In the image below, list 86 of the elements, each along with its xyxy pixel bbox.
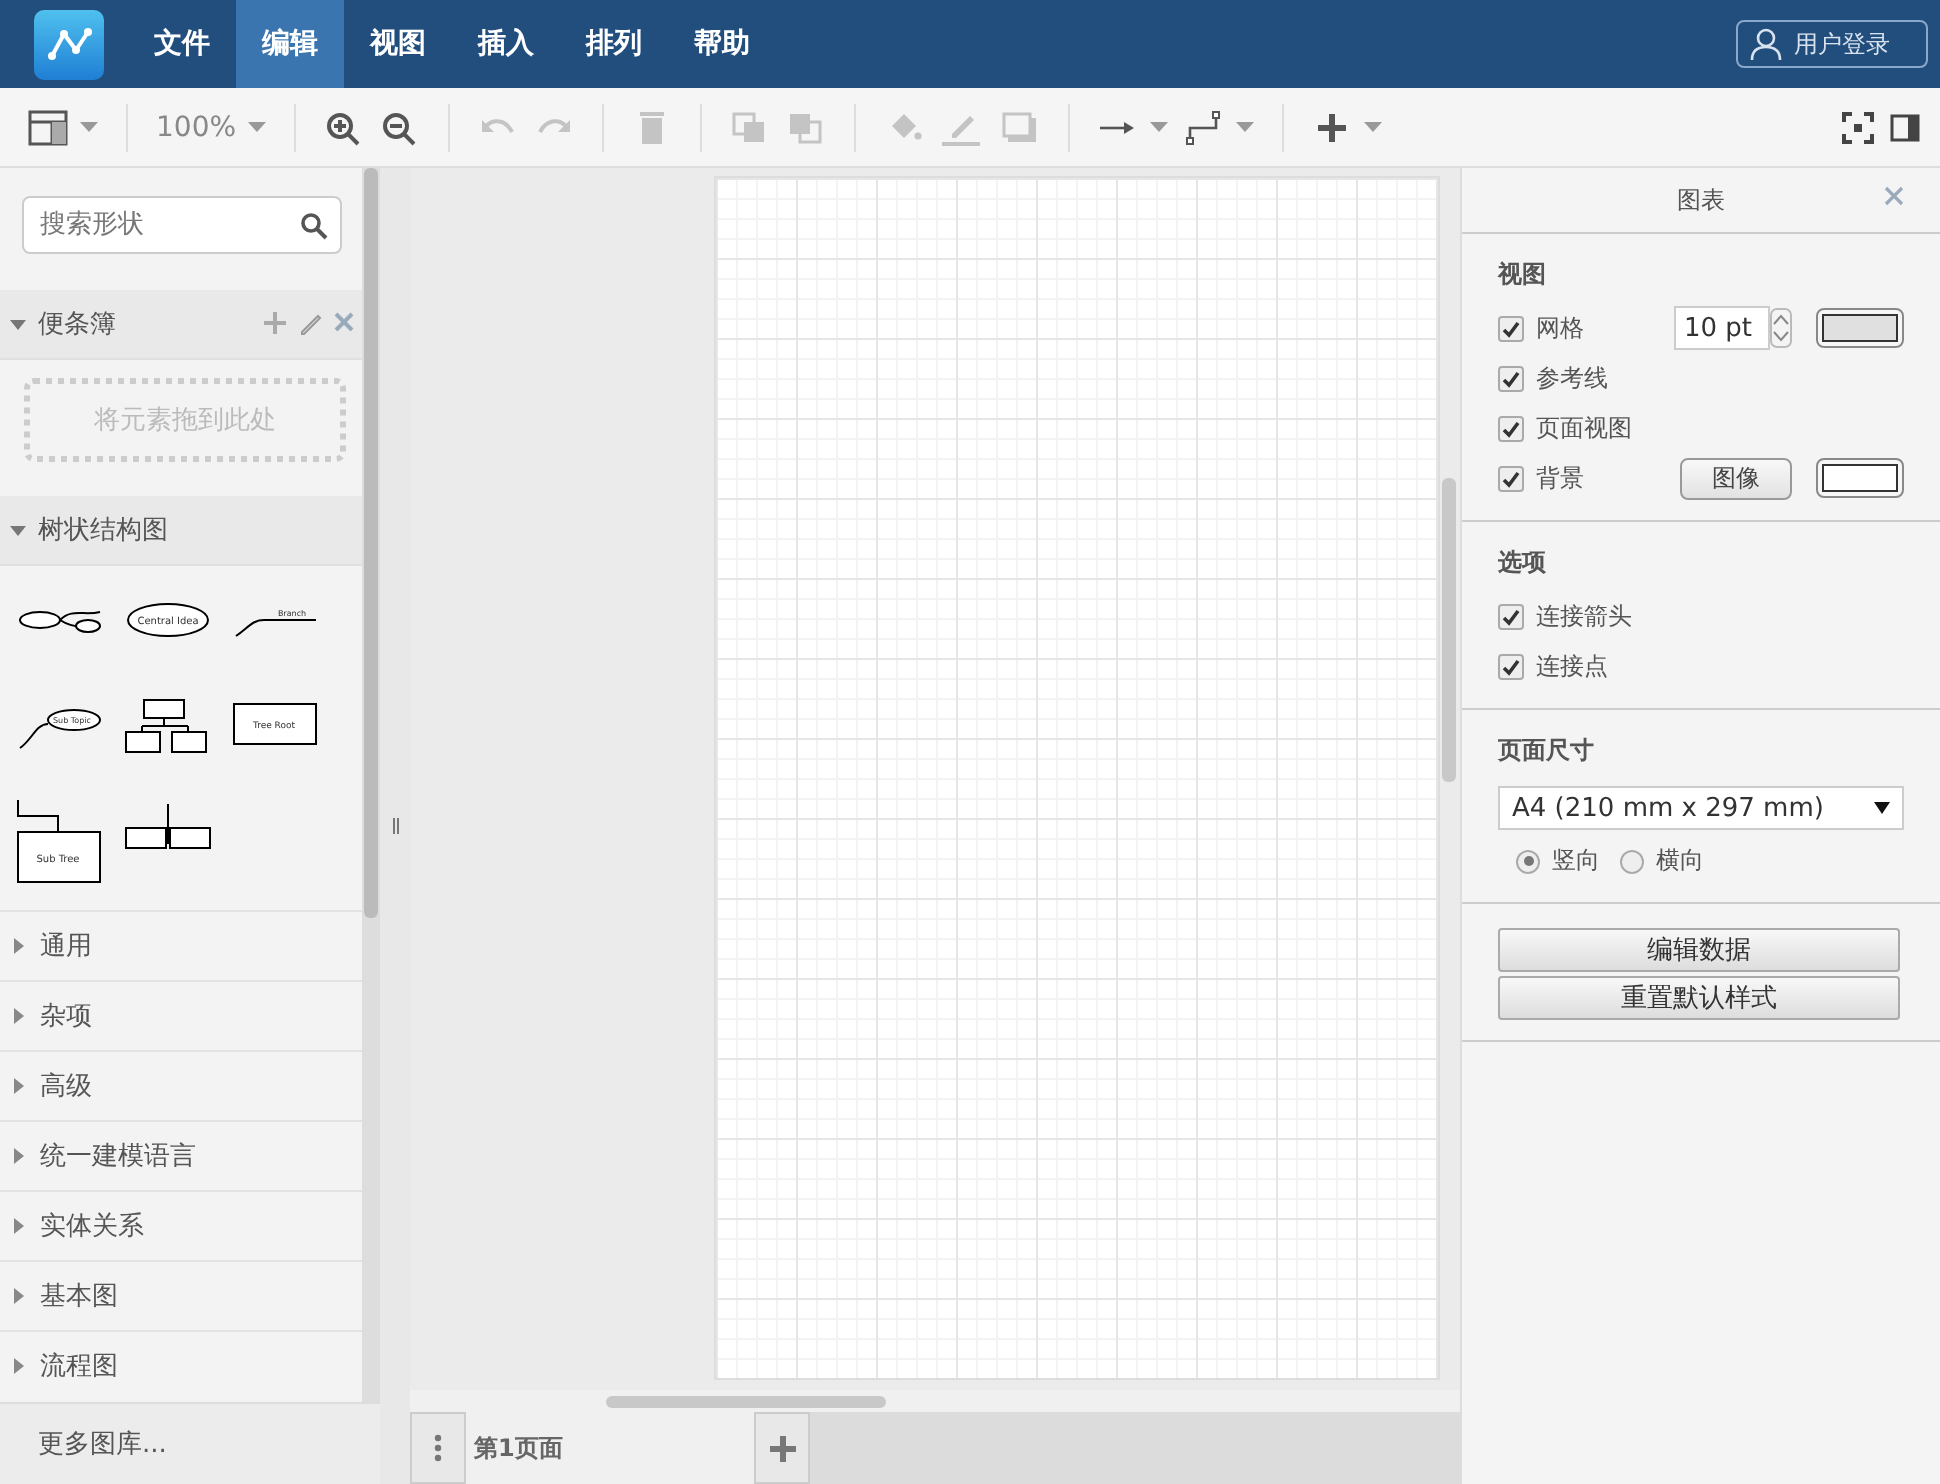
user-icon <box>1750 28 1782 60</box>
option-label: 参考线 <box>1536 361 1608 395</box>
page-tab[interactable]: 第1页面 <box>466 1412 754 1484</box>
scrollbar-thumb[interactable] <box>1442 478 1456 782</box>
panel-button[interactable]: 编辑数据 <box>1498 928 1900 972</box>
radio-label: 竖向 <box>1552 844 1600 878</box>
image-button[interactable]: 图像 <box>1680 457 1792 499</box>
menu-item[interactable]: 帮助 <box>668 0 776 88</box>
section-header[interactable]: 高级 <box>0 1050 362 1120</box>
caret-icon[interactable] <box>248 122 267 132</box>
section-header[interactable]: 统一建模语言 <box>0 1120 362 1190</box>
more-shapes-button[interactable]: 更多图库... <box>0 1402 380 1484</box>
section-header[interactable]: 通用 <box>0 910 362 980</box>
page-size-dropdown[interactable]: A4 (210 mm x 297 mm) <box>1498 786 1904 830</box>
zoom-in-icon[interactable] <box>324 109 365 145</box>
expand-icon[interactable] <box>14 1148 24 1164</box>
zoom-out-icon[interactable] <box>380 109 421 145</box>
search-field[interactable]: 搜索形状 <box>22 196 342 254</box>
caret-icon[interactable] <box>1150 122 1169 132</box>
expand-icon[interactable] <box>14 938 24 954</box>
checkbox[interactable] <box>1498 653 1524 679</box>
splitter-handle[interactable] <box>391 818 399 834</box>
search-icon[interactable] <box>300 211 328 239</box>
grid-size-field[interactable]: 10 pt <box>1674 306 1770 350</box>
section-header[interactable]: 基本图 <box>0 1260 362 1330</box>
close-icon[interactable] <box>1884 186 1904 206</box>
scrollbar-thumb[interactable] <box>364 168 378 918</box>
add-page-button[interactable] <box>754 1412 810 1484</box>
more-icon <box>434 1434 442 1462</box>
send-to-back-icon[interactable] <box>786 109 827 145</box>
dropdown-arrow-icon <box>1874 802 1890 814</box>
option-label: 连接箭头 <box>1536 599 1632 633</box>
app-logo-icon[interactable] <box>34 9 104 79</box>
scrollbar-thumb[interactable] <box>606 1395 886 1407</box>
search-input[interactable]: 搜索形状 <box>36 208 300 242</box>
section-header[interactable]: 实体关系 <box>0 1190 362 1260</box>
page-menu-button[interactable] <box>410 1412 466 1484</box>
waypoint-icon[interactable] <box>1184 109 1225 145</box>
checkbox[interactable] <box>1498 465 1524 491</box>
menu-item[interactable]: 排列 <box>560 0 668 88</box>
expand-icon[interactable] <box>14 1078 24 1094</box>
spinner-icon[interactable] <box>1770 308 1792 348</box>
pencil-icon[interactable] <box>298 312 322 336</box>
fullscreen-icon[interactable] <box>1840 109 1876 145</box>
section-heading: 选项 <box>1498 546 1548 580</box>
expand-icon[interactable] <box>14 1218 24 1234</box>
layout-icon[interactable] <box>28 109 68 145</box>
caret-icon[interactable] <box>80 122 98 132</box>
checkbox[interactable] <box>1498 315 1524 341</box>
plus-icon <box>769 1435 795 1461</box>
expand-icon[interactable] <box>14 1358 24 1374</box>
caret-icon[interactable] <box>1364 122 1383 132</box>
radio-button[interactable] <box>1516 849 1540 873</box>
section-header[interactable]: 流程图 <box>0 1330 362 1400</box>
option-label: 连接点 <box>1536 649 1608 683</box>
section-header[interactable]: 杂项 <box>0 980 362 1050</box>
menu-item[interactable]: 文件 <box>128 0 236 88</box>
option-label: 背景 <box>1536 461 1584 495</box>
panel-toggle-icon[interactable] <box>1888 109 1924 145</box>
login-button[interactable]: 用户登录 <box>1736 20 1928 68</box>
panel-button[interactable]: 重置默认样式 <box>1498 976 1900 1020</box>
collapse-icon[interactable] <box>10 319 26 329</box>
grid-color-button[interactable] <box>1816 308 1904 348</box>
section-heading: 视图 <box>1498 258 1548 292</box>
add-icon[interactable] <box>264 312 286 334</box>
radio-label: 横向 <box>1656 844 1704 878</box>
menu-item[interactable]: 编辑 <box>236 0 344 88</box>
section-heading: 页面尺寸 <box>1498 734 1596 768</box>
panel-title: 图表 <box>1677 183 1725 217</box>
checkbox[interactable] <box>1498 365 1524 391</box>
checkbox[interactable] <box>1498 603 1524 629</box>
collapse-icon[interactable] <box>10 525 26 535</box>
close-icon[interactable] <box>334 312 354 332</box>
section-header[interactable]: 便条簿 <box>0 290 362 360</box>
menu-item[interactable]: 插入 <box>452 0 560 88</box>
section-header[interactable]: 树状结构图 <box>0 496 362 566</box>
caret-icon[interactable] <box>1236 122 1255 132</box>
shadow-icon[interactable] <box>1000 109 1041 145</box>
option-label: 页面视图 <box>1536 411 1632 445</box>
option-label: 网格 <box>1536 311 1584 345</box>
menu-item[interactable]: 视图 <box>344 0 452 88</box>
background-color-button[interactable] <box>1816 458 1904 498</box>
checkbox[interactable] <box>1498 415 1524 441</box>
expand-icon[interactable] <box>14 1288 24 1304</box>
radio-button[interactable] <box>1620 849 1644 873</box>
expand-icon[interactable] <box>14 1008 24 1024</box>
